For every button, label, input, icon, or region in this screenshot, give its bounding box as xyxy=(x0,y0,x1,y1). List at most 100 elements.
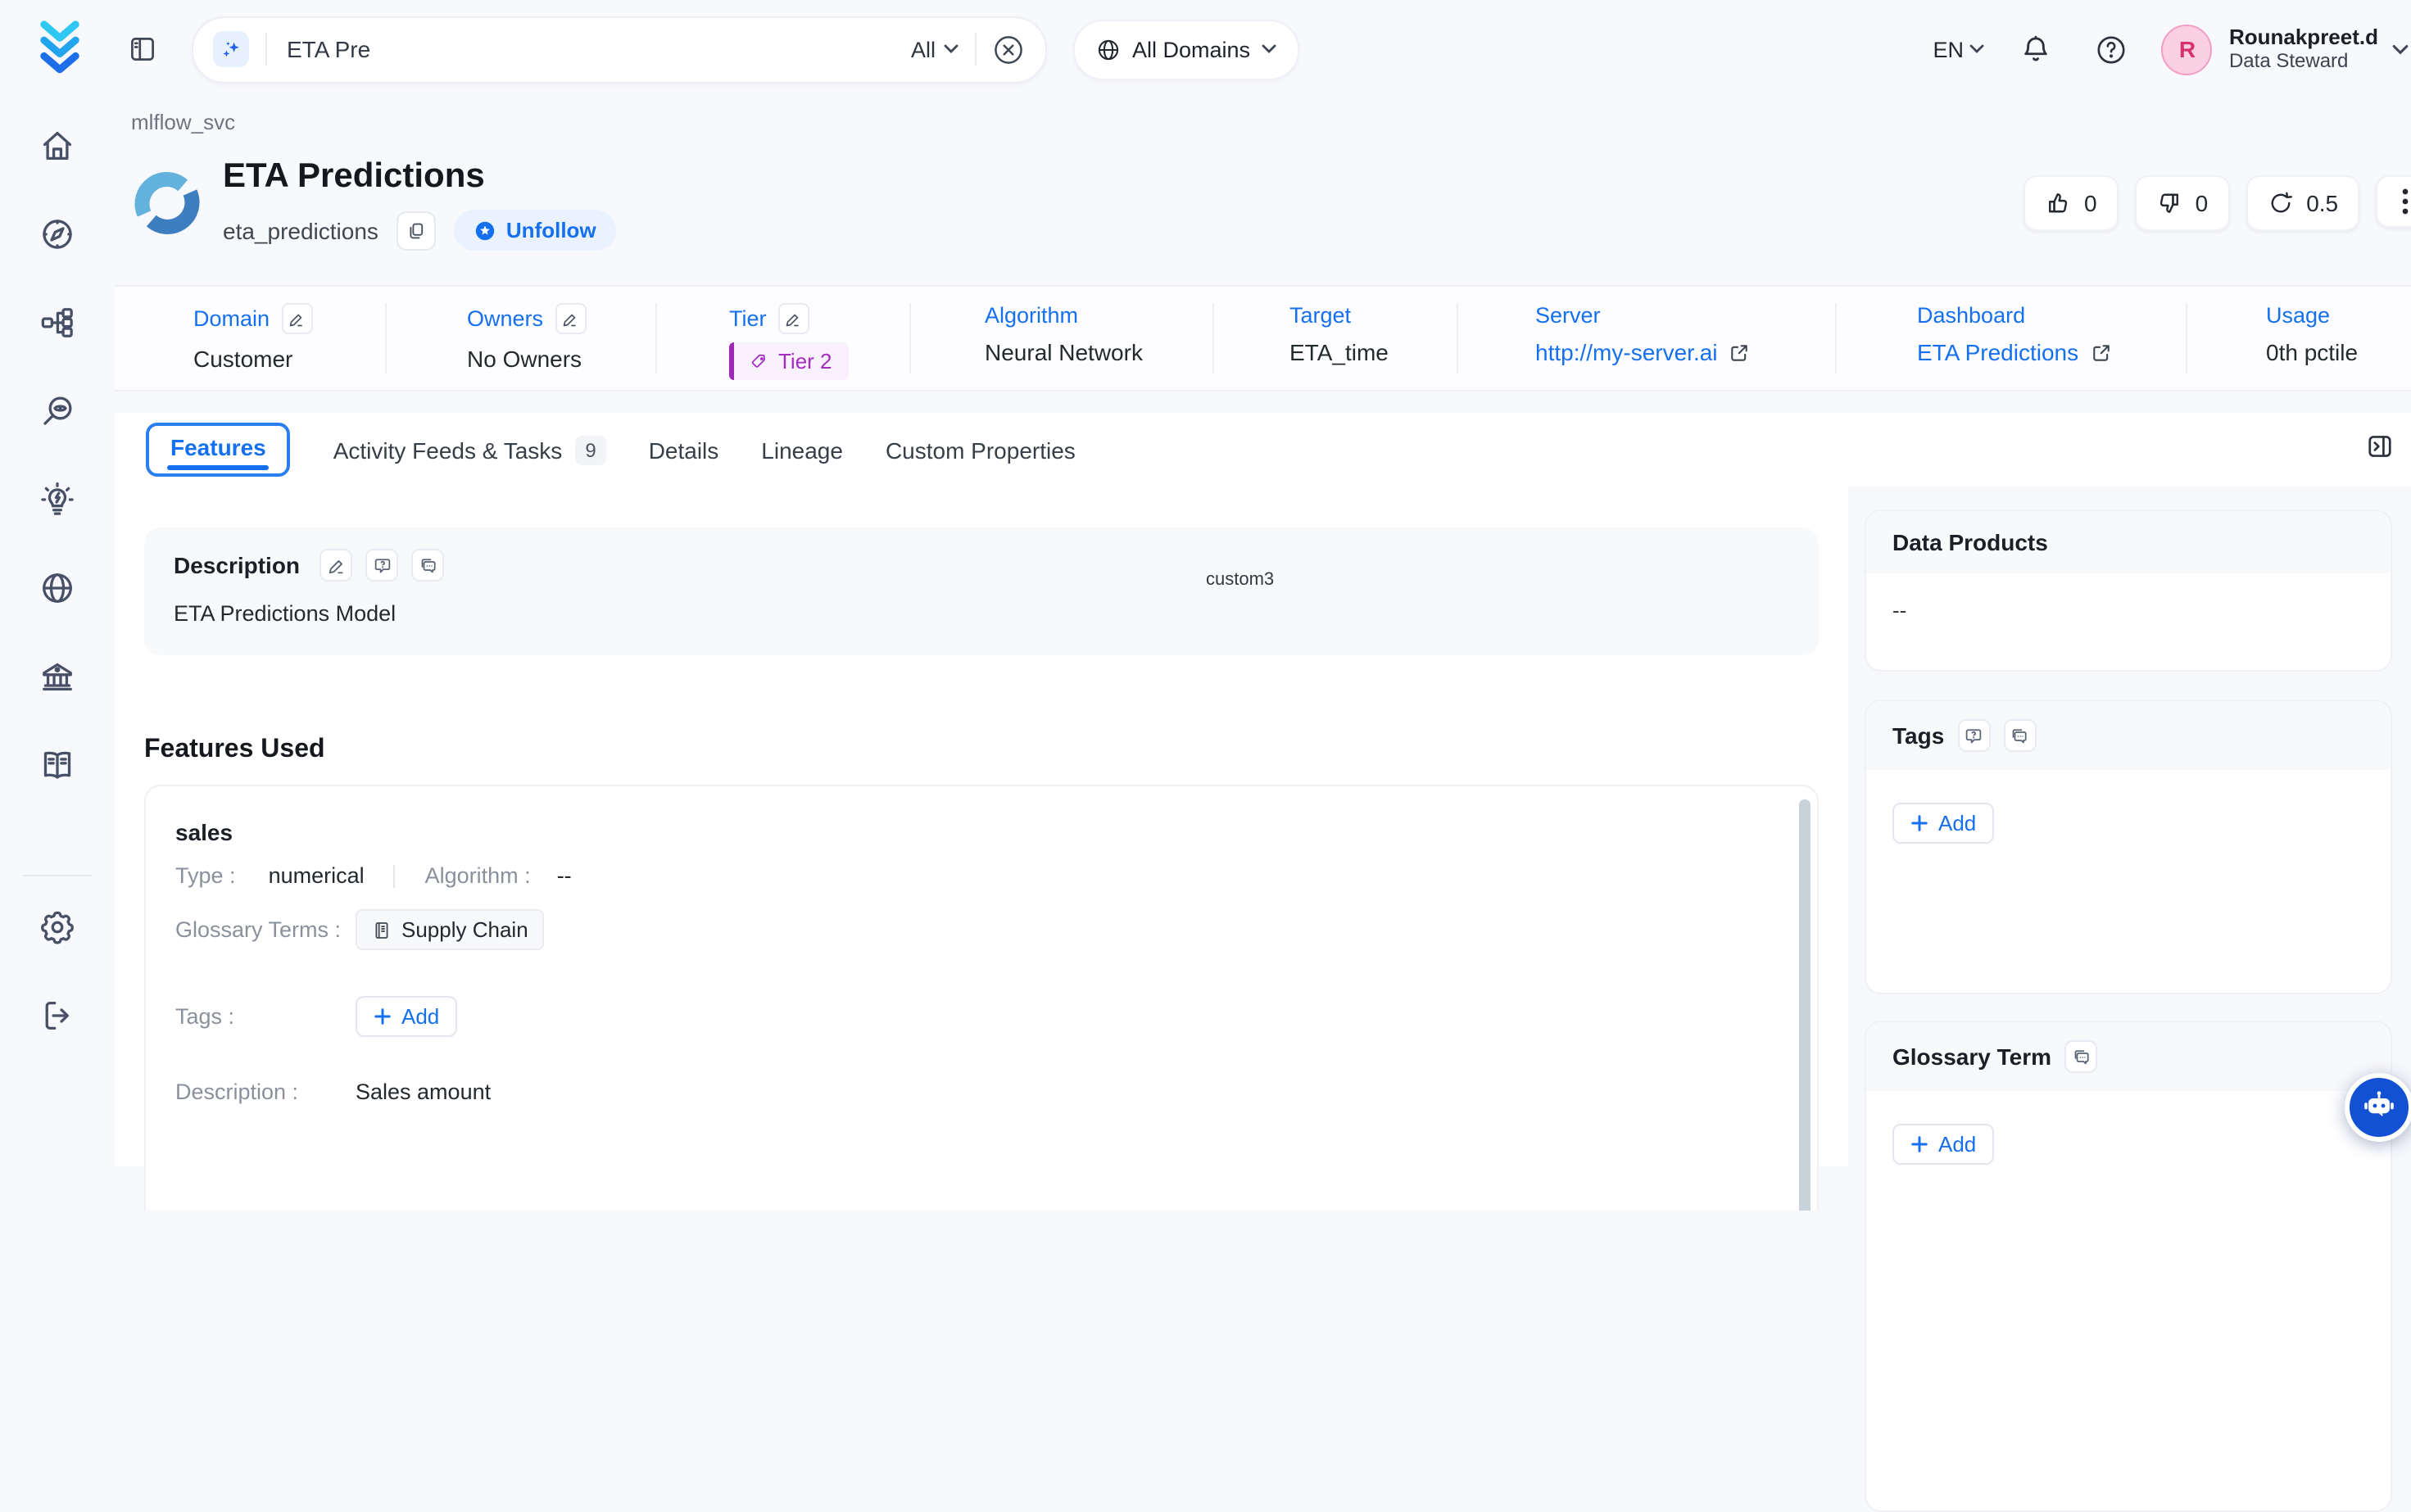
edit-description-button[interactable] xyxy=(320,549,352,582)
add-glossary-term-button[interactable]: Add xyxy=(1892,1124,1994,1165)
app-logo-icon[interactable] xyxy=(38,20,82,79)
global-search-bar: All xyxy=(192,16,1047,83)
tab-lineage[interactable]: Lineage xyxy=(761,437,843,463)
feature-type-value: numerical xyxy=(269,863,365,888)
external-link-icon xyxy=(1729,342,1751,363)
server-link[interactable]: http://my-server.ai xyxy=(1535,339,1751,365)
dashboard-link-label: ETA Predictions xyxy=(1917,339,2078,365)
meta-owners: Owners No Owners xyxy=(467,303,586,372)
domain-filter-dropdown[interactable]: All Domains xyxy=(1073,19,1299,79)
star-circle-icon xyxy=(474,219,496,242)
tags-conversations-button[interactable] xyxy=(2003,719,2036,752)
domain-value: Customer xyxy=(193,346,312,372)
tag-icon xyxy=(750,352,768,370)
feature-add-tag-label: Add xyxy=(401,1004,439,1029)
request-description-button[interactable] xyxy=(365,549,398,582)
search-scope-dropdown[interactable]: All xyxy=(911,37,959,61)
explore-compass-icon[interactable] xyxy=(39,216,75,252)
more-options-button[interactable] xyxy=(2376,175,2411,228)
edit-tier-button[interactable] xyxy=(778,303,809,334)
tab-activity-feeds-label: Activity Feeds & Tasks xyxy=(333,437,563,463)
comment-question-icon xyxy=(373,556,391,574)
lineage-flow-icon[interactable] xyxy=(39,305,75,341)
collapse-right-panel-button[interactable] xyxy=(2365,432,2393,460)
tier-label[interactable]: Tier xyxy=(729,306,767,331)
glossary-term-chip-label: Supply Chain xyxy=(401,917,528,942)
dashboard-link[interactable]: ETA Predictions xyxy=(1917,339,2111,365)
topbar-right: EN R Rounakpreet.d Data Steward xyxy=(1933,24,2411,75)
description-conversations-button[interactable] xyxy=(411,549,444,582)
plus-icon xyxy=(1910,814,1928,832)
tier-badge-label: Tier 2 xyxy=(778,349,832,373)
unfollow-button[interactable]: Unfollow xyxy=(454,210,616,251)
add-tag-label: Add xyxy=(1938,811,1976,835)
settings-gear-icon[interactable] xyxy=(39,909,75,945)
search-divider xyxy=(975,33,977,66)
left-sidebar xyxy=(0,0,115,1166)
copy-name-button[interactable] xyxy=(397,211,436,250)
tier-badge[interactable]: Tier 2 xyxy=(729,342,849,380)
owners-label[interactable]: Owners xyxy=(467,306,543,331)
add-tag-button[interactable]: Add xyxy=(1892,803,1994,844)
breadcrumb[interactable]: mlflow_svc xyxy=(131,110,235,134)
comments-stack-icon xyxy=(2010,727,2028,745)
glossary-conversations-button[interactable] xyxy=(2064,1040,2097,1073)
tab-details[interactable]: Details xyxy=(649,437,719,463)
glossary-card-title: Glossary Term xyxy=(1892,1043,2051,1070)
target-value: ETA_time xyxy=(1289,339,1389,365)
ai-sparkles-icon[interactable] xyxy=(213,31,249,67)
tab-features[interactable]: Features xyxy=(146,423,291,477)
description-card: Description ETA Predictions Model custom… xyxy=(144,527,1819,655)
notifications-bell-icon[interactable] xyxy=(2021,34,2052,65)
glossary-book-icon[interactable] xyxy=(39,747,75,783)
insights-bulb-icon[interactable] xyxy=(39,482,75,518)
logout-icon[interactable] xyxy=(39,998,75,1034)
user-avatar[interactable]: R xyxy=(2162,24,2213,75)
custom-property-floating-label: custom3 xyxy=(1206,570,1274,590)
copy-icon xyxy=(406,220,426,240)
search-clear-icon[interactable] xyxy=(993,34,1024,65)
tab-activity-feeds[interactable]: Activity Feeds & Tasks 9 xyxy=(333,435,606,464)
unfollow-label: Unfollow xyxy=(506,218,596,242)
version-button[interactable]: 0.5 xyxy=(2246,175,2359,231)
chatbot-button[interactable] xyxy=(2345,1073,2411,1142)
tab-custom-properties[interactable]: Custom Properties xyxy=(886,437,1076,463)
algorithm-label: Algorithm xyxy=(985,303,1078,328)
downvote-count: 0 xyxy=(2196,190,2209,216)
feature-add-tag-button[interactable]: Add xyxy=(356,996,457,1037)
user-menu-chevron-icon[interactable] xyxy=(2391,43,2408,55)
domains-globe-icon[interactable] xyxy=(39,570,75,606)
description-title: Description xyxy=(174,552,300,578)
language-selector[interactable]: EN xyxy=(1933,37,1985,61)
observability-search-eye-icon[interactable] xyxy=(39,393,75,429)
globe-icon xyxy=(1096,37,1121,61)
meta-server: Server http://my-server.ai xyxy=(1535,303,1751,365)
version-history-icon xyxy=(2267,190,2293,216)
domain-label[interactable]: Domain xyxy=(193,306,270,331)
upvote-button[interactable]: 0 xyxy=(2024,175,2119,231)
request-tags-button[interactable] xyxy=(1957,719,1990,752)
activity-count-badge: 9 xyxy=(575,435,605,464)
features-scrollbar[interactable] xyxy=(1799,799,1811,1211)
robot-icon xyxy=(2359,1088,2399,1127)
home-icon[interactable] xyxy=(39,128,75,164)
meta-usage: Usage 0th pctile xyxy=(2266,303,2358,365)
chevron-down-icon xyxy=(1262,44,1276,54)
user-role: Data Steward xyxy=(2229,49,2378,74)
help-icon[interactable] xyxy=(2096,34,2128,65)
plus-icon xyxy=(1910,1135,1928,1153)
search-input[interactable] xyxy=(283,34,911,64)
glossary-term-chip[interactable]: Supply Chain xyxy=(356,909,545,950)
govern-bank-icon[interactable] xyxy=(39,659,75,695)
downvote-button[interactable]: 0 xyxy=(2135,175,2230,231)
feature-algorithm-label: Algorithm : xyxy=(425,863,531,888)
version-number: 0.5 xyxy=(2306,190,2338,216)
data-products-title: Data Products xyxy=(1892,529,2048,555)
data-products-card: Data Products -- xyxy=(1865,509,2392,672)
user-info[interactable]: Rounakpreet.d Data Steward xyxy=(2229,25,2378,74)
edit-domain-button[interactable] xyxy=(281,303,312,334)
pencil-icon xyxy=(327,556,345,574)
tags-card-title: Tags xyxy=(1892,722,1944,749)
edit-owners-button[interactable] xyxy=(555,303,586,334)
sidebar-toggle-icon[interactable] xyxy=(128,34,157,64)
